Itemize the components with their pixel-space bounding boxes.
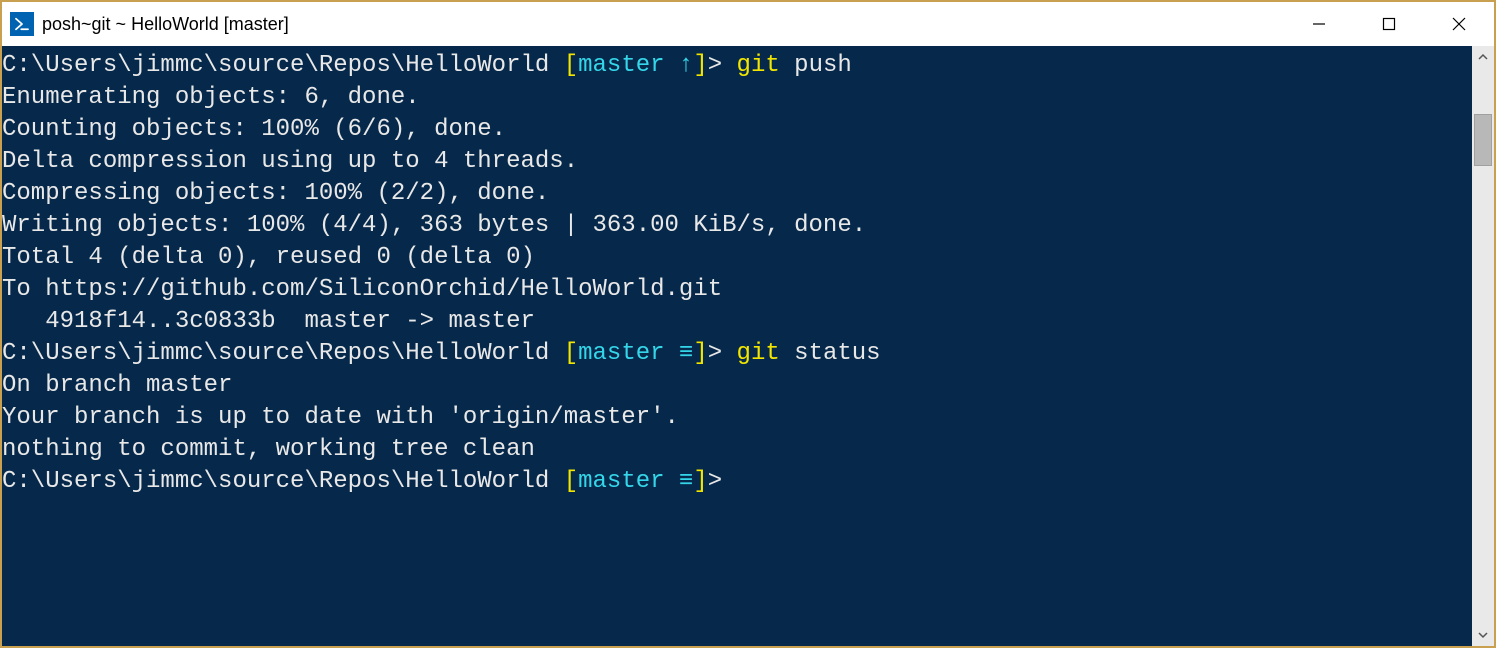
window-controls: [1284, 2, 1494, 46]
minimize-button[interactable]: [1284, 2, 1354, 46]
prompt-path: C:\Users\jimmc\source\Repos\HelloWorld: [2, 340, 549, 367]
git-command: git: [737, 52, 780, 79]
maximize-button[interactable]: [1354, 2, 1424, 46]
prompt-end: >: [708, 52, 737, 79]
bracket-open: [: [549, 52, 578, 79]
bracket-close: ]: [693, 340, 707, 367]
output-line: Compressing objects: 100% (2/2), done.: [2, 178, 1472, 210]
output-line: Your branch is up to date with 'origin/m…: [2, 402, 1472, 434]
git-command: git: [737, 340, 780, 367]
prompt-line-3: C:\Users\jimmc\source\Repos\HelloWorld […: [2, 466, 1472, 498]
prompt-line-1: C:\Users\jimmc\source\Repos\HelloWorld […: [2, 50, 1472, 82]
output-line: Counting objects: 100% (6/6), done.: [2, 114, 1472, 146]
output-line: Delta compression using up to 4 threads.: [2, 146, 1472, 178]
branch-status: master ↑: [578, 52, 693, 79]
scroll-down-icon[interactable]: [1472, 624, 1494, 646]
output-line: Writing objects: 100% (4/4), 363 bytes |…: [2, 210, 1472, 242]
terminal-area: C:\Users\jimmc\source\Repos\HelloWorld […: [2, 46, 1494, 646]
prompt-path: C:\Users\jimmc\source\Repos\HelloWorld: [2, 468, 549, 495]
prompt-end: >: [708, 340, 737, 367]
output-line: 4918f14..3c0833b master -> master: [2, 306, 1472, 338]
branch-status: master ≡: [578, 340, 693, 367]
prompt-path: C:\Users\jimmc\source\Repos\HelloWorld: [2, 52, 549, 79]
terminal[interactable]: C:\Users\jimmc\source\Repos\HelloWorld […: [2, 46, 1472, 646]
bracket-open: [: [549, 468, 578, 495]
scrollbar[interactable]: [1472, 46, 1494, 646]
prompt-line-2: C:\Users\jimmc\source\Repos\HelloWorld […: [2, 338, 1472, 370]
git-args: status: [780, 340, 881, 367]
bracket-close: ]: [693, 52, 707, 79]
close-button[interactable]: [1424, 2, 1494, 46]
output-line: On branch master: [2, 370, 1472, 402]
bracket-close: ]: [693, 468, 707, 495]
output-line: nothing to commit, working tree clean: [2, 434, 1472, 466]
output-line: To https://github.com/SiliconOrchid/Hell…: [2, 274, 1472, 306]
titlebar: posh~git ~ HelloWorld [master]: [2, 2, 1494, 46]
prompt-end: >: [708, 468, 737, 495]
bracket-open: [: [549, 340, 578, 367]
git-args: push: [780, 52, 852, 79]
scroll-up-icon[interactable]: [1472, 46, 1494, 68]
scroll-thumb[interactable]: [1474, 114, 1492, 166]
powershell-icon: [10, 12, 34, 36]
output-line: Total 4 (delta 0), reused 0 (delta 0): [2, 242, 1472, 274]
window-title: posh~git ~ HelloWorld [master]: [42, 14, 289, 35]
branch-status: master ≡: [578, 468, 693, 495]
output-line: Enumerating objects: 6, done.: [2, 82, 1472, 114]
